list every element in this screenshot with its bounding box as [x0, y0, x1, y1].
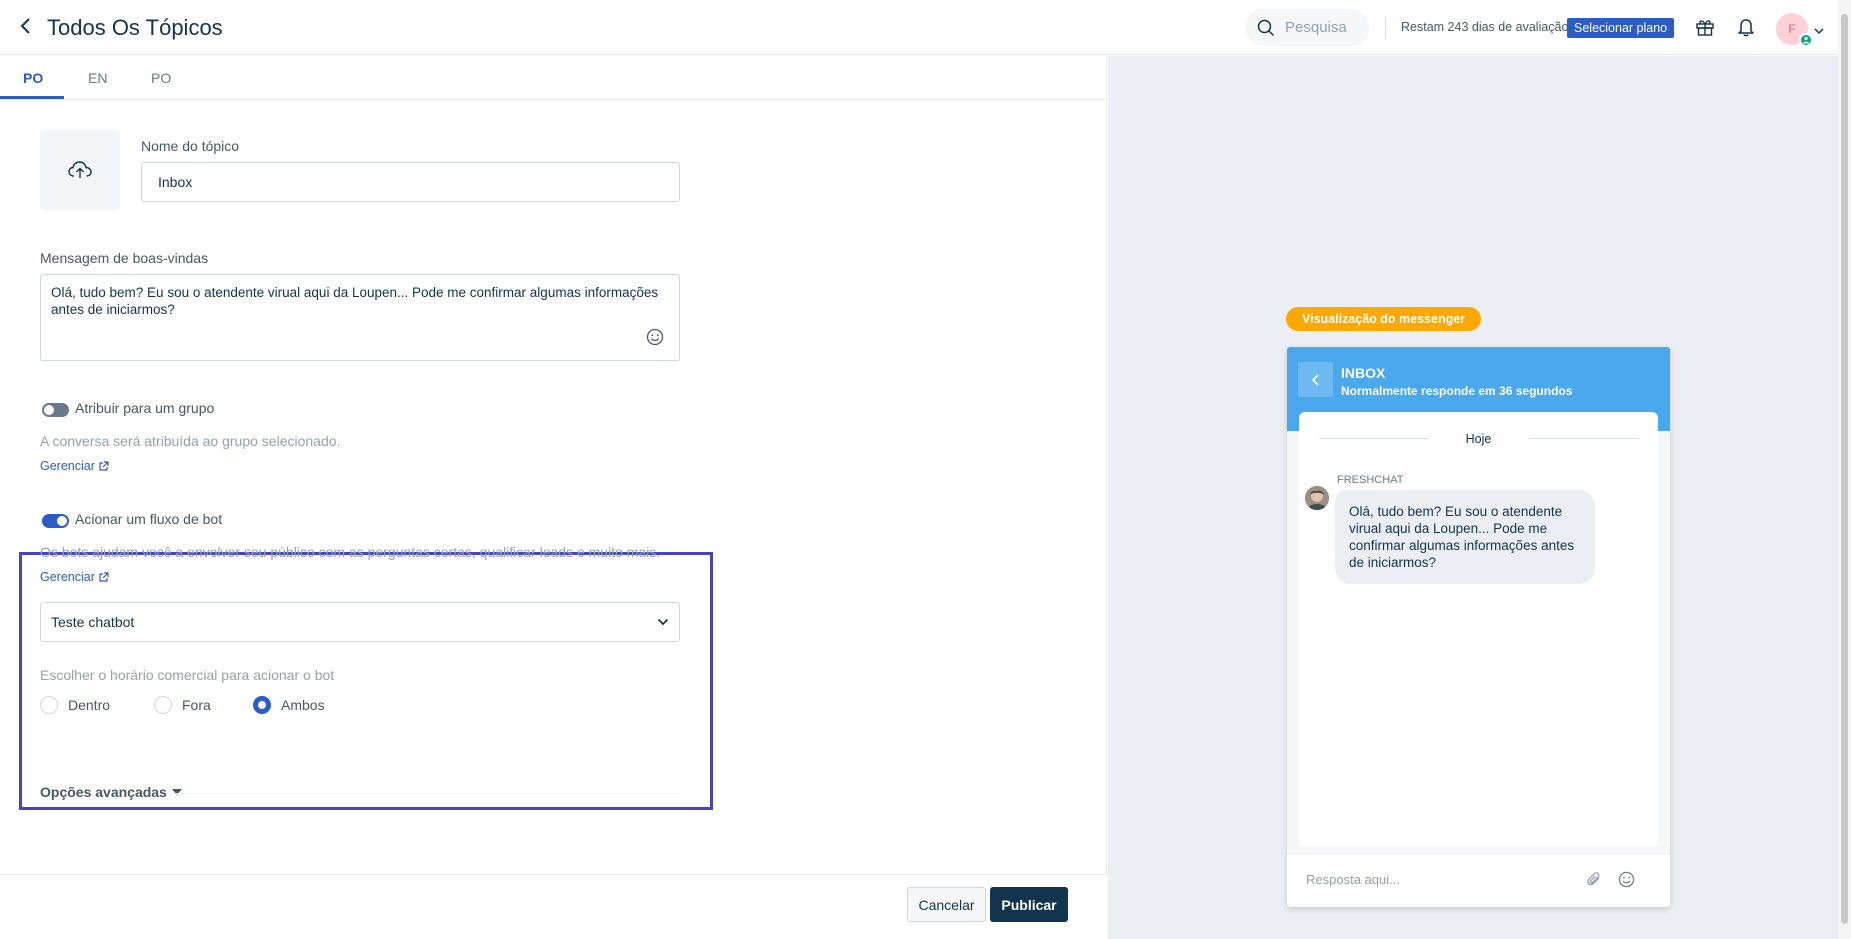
- bot-flow-toggle[interactable]: [42, 514, 69, 528]
- radio-button: [40, 696, 58, 714]
- messenger-subtitle: Normalmente responde em 36 segundos: [1341, 384, 1573, 398]
- header-divider: [1385, 17, 1386, 39]
- message-bubble: Olá, tudo bem? Eu sou o atendente virual…: [1335, 490, 1595, 584]
- reply-input[interactable]: [1306, 872, 1566, 887]
- toggle-knob: [57, 516, 67, 526]
- bell-icon: [1738, 19, 1754, 37]
- bot-select-dropdown[interactable]: Teste chatbot: [40, 602, 680, 642]
- search-icon: [1257, 19, 1275, 36]
- tab-po-2[interactable]: PO: [151, 70, 171, 86]
- smiley-icon: [646, 328, 664, 346]
- radio-dentro[interactable]: Dentro: [40, 696, 110, 714]
- cancel-button[interactable]: Cancelar: [907, 887, 986, 922]
- bot-flow-label: Acionar um fluxo de bot: [75, 511, 223, 527]
- radio-button: [154, 696, 172, 714]
- welcome-message-label: Mensagem de boas-vindas: [40, 250, 209, 266]
- welcome-message-textarea[interactable]: Olá, tudo bem? Eu sou o atendente virual…: [40, 274, 680, 361]
- advanced-options-label: Opções avançadas: [40, 784, 167, 800]
- smiley-icon: [1618, 871, 1634, 887]
- language-tabs: PO EN PO: [0, 56, 1107, 100]
- emoji-picker-button[interactable]: [645, 327, 665, 347]
- form-footer: Cancelar Publicar: [0, 874, 1107, 939]
- search-box[interactable]: [1245, 9, 1369, 46]
- radio-label: Ambos: [281, 697, 325, 713]
- topic-editor-panel: PO EN PO Nome do tópico Mensagem de boas…: [0, 56, 1107, 939]
- messenger-composer: [1287, 853, 1670, 907]
- publish-button[interactable]: Publicar: [990, 887, 1068, 922]
- assign-group-label: Atribuir para um grupo: [75, 400, 215, 416]
- radio-ambos[interactable]: Ambos: [253, 696, 325, 714]
- conversation-date: Hoje: [1465, 432, 1492, 446]
- select-plan-button[interactable]: Selecionar plano: [1567, 18, 1675, 38]
- messenger-preview-panel: Visualização do messenger INBOX Normalme…: [1108, 56, 1851, 939]
- manage-link-text: Gerenciar: [40, 570, 95, 584]
- bot-flow-manage-link[interactable]: Gerenciar: [40, 570, 109, 584]
- search-input[interactable]: [1285, 19, 1355, 36]
- assign-group-manage-link[interactable]: Gerenciar: [40, 459, 109, 473]
- page-scrollbar[interactable]: [1841, 14, 1848, 924]
- messenger-title: INBOX: [1341, 365, 1386, 381]
- external-link-icon: [99, 460, 109, 471]
- online-status-icon: [1799, 33, 1813, 47]
- messenger-widget: INBOX Normalmente responde em 36 segundo…: [1287, 347, 1670, 907]
- active-tab-indicator: [0, 96, 64, 99]
- gift-icon: [1696, 20, 1714, 36]
- chevron-left-icon: [1311, 373, 1319, 386]
- messenger-back-button[interactable]: [1298, 362, 1333, 397]
- radio-label: Dentro: [68, 697, 111, 713]
- messenger-emoji-button[interactable]: [1615, 868, 1637, 890]
- caret-down-icon: [171, 789, 182, 795]
- external-link-icon: [99, 571, 109, 582]
- assign-group-helper: A conversa será atribuída ao grupo selec…: [40, 433, 341, 449]
- messenger-conversation: Hoje FRESHCHAT Olá, tudo bem? Eu sou o a…: [1299, 412, 1658, 846]
- back-button[interactable]: [14, 14, 38, 38]
- manage-link-text: Gerenciar: [40, 459, 95, 473]
- tab-po[interactable]: PO: [23, 70, 43, 86]
- advanced-options-divider: [175, 793, 680, 794]
- preview-badge: Visualização do messenger: [1286, 307, 1482, 331]
- cloud-upload-icon: [68, 161, 92, 178]
- trial-text: Restam 243 dias de avaliação: [1401, 20, 1569, 34]
- message-sender: FRESHCHAT: [1337, 474, 1404, 486]
- selected-bot-value: Teste chatbot: [51, 614, 135, 630]
- chevron-down-icon[interactable]: [1814, 22, 1824, 40]
- bot-flow-helper: Os bots ajudam você a envolver seu públi…: [40, 544, 661, 560]
- radio-fora[interactable]: Fora: [154, 696, 211, 714]
- chevron-down-icon: [657, 618, 669, 626]
- topic-name-label: Nome do tópico: [141, 138, 240, 154]
- top-header: Todos Os Tópicos Restam 243 dias de aval…: [0, 0, 1851, 55]
- toggle-knob: [44, 405, 54, 415]
- avatar-initial: F: [1788, 22, 1796, 36]
- page-title: Todos Os Tópicos: [47, 15, 223, 40]
- advanced-options-toggle[interactable]: Opções avançadas: [40, 784, 182, 800]
- radio-label: Fora: [182, 697, 211, 713]
- icon-upload-button[interactable]: [40, 130, 120, 210]
- assign-group-toggle[interactable]: [42, 403, 69, 417]
- business-hours-label: Escolher o horário comercial para aciona…: [40, 667, 335, 683]
- chevron-left-icon: [20, 18, 30, 34]
- topic-name-input[interactable]: [141, 162, 680, 202]
- radio-button-checked: [253, 696, 271, 714]
- paperclip-icon: [1587, 872, 1600, 886]
- tab-en[interactable]: EN: [88, 70, 107, 86]
- attachment-button[interactable]: [1583, 868, 1605, 890]
- notifications-button[interactable]: [1733, 14, 1759, 40]
- sender-avatar: [1305, 486, 1329, 510]
- gift-button[interactable]: [1692, 14, 1718, 40]
